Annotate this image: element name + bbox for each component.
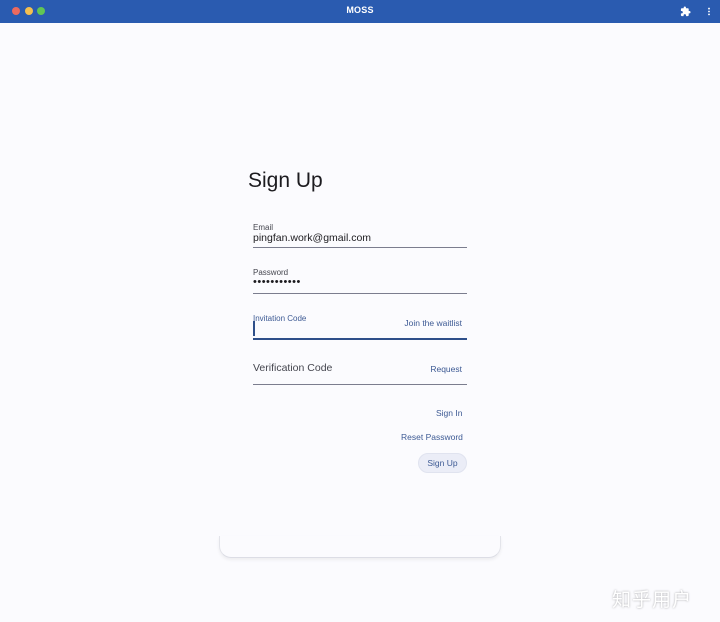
invitation-code-field[interactable]: Invitation Code Join the waitlist [253, 311, 467, 340]
sign-up-button[interactable]: Sign Up [418, 453, 467, 473]
sign-in-link[interactable]: Sign In [436, 408, 462, 418]
puzzle-icon[interactable] [678, 4, 692, 18]
reset-password-link[interactable]: Reset Password [401, 432, 463, 442]
window-title: MOSS [346, 5, 374, 15]
verification-code-placeholder: Verification Code [253, 362, 333, 374]
email-field[interactable]: Email pingfan.work@gmail.com [253, 220, 467, 248]
email-label: Email [253, 223, 274, 232]
join-waitlist-button[interactable]: Join the waitlist [404, 318, 462, 328]
page-title: Sign Up [248, 169, 323, 192]
title-bar: MOSS [0, 0, 720, 23]
text-cursor [253, 321, 255, 336]
verification-code-field[interactable]: Verification Code Request [253, 356, 467, 385]
request-code-button[interactable]: Request [430, 364, 462, 374]
app-window: MOSS Sign Up Email pingfan.work@gmail.co… [0, 0, 720, 622]
watermark-text: 知乎用户 [612, 590, 693, 611]
form-card-edge [219, 536, 501, 558]
email-value[interactable]: pingfan.work@gmail.com [253, 232, 371, 244]
more-vertical-icon[interactable] [702, 4, 716, 18]
password-field[interactable]: Password ••••••••••• [253, 266, 467, 294]
invitation-code-label: Invitation Code [253, 314, 307, 323]
password-value[interactable]: ••••••••••• [253, 276, 301, 288]
